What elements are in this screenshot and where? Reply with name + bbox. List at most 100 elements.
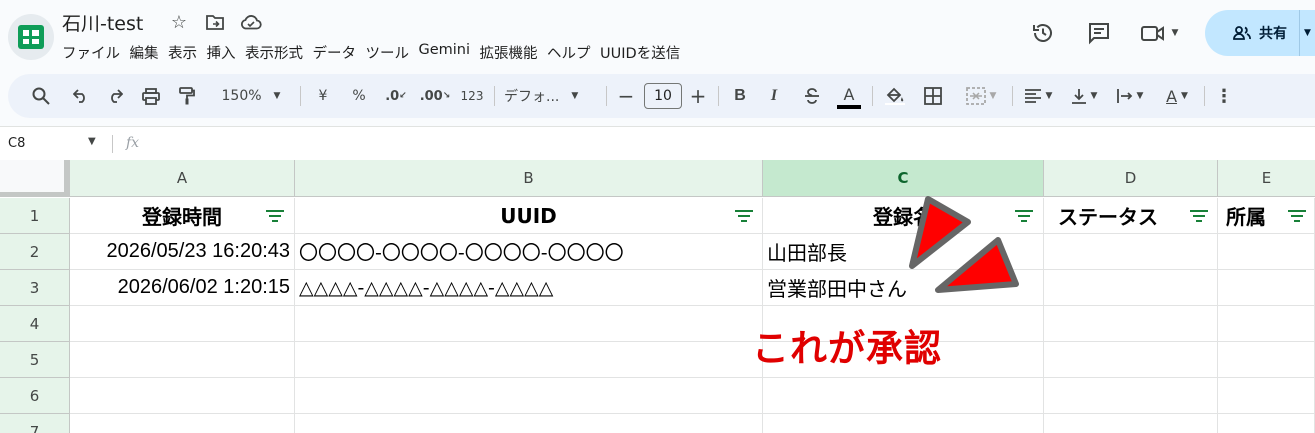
table-header-cell[interactable]: ステータス xyxy=(1044,198,1218,234)
menu-tools[interactable]: ツール xyxy=(366,42,419,63)
table-cell[interactable]: 〇〇〇〇-〇〇〇〇-〇〇〇〇-〇〇〇〇 xyxy=(295,234,763,270)
filter-icon[interactable] xyxy=(1288,209,1306,223)
table-cell[interactable] xyxy=(70,378,295,414)
table-cell[interactable]: 営業部田中さん xyxy=(763,270,1044,306)
strikethrough-icon[interactable] xyxy=(800,74,824,118)
undo-icon[interactable] xyxy=(68,74,94,118)
table-cell[interactable] xyxy=(295,414,763,433)
text-color-button[interactable]: A xyxy=(836,74,862,118)
decrease-font-size-button[interactable]: − xyxy=(614,74,638,118)
row-header-5[interactable]: 5 xyxy=(0,342,70,378)
table-header-cell[interactable]: 登録時間 xyxy=(70,198,295,234)
table-header-cell[interactable]: 登録名 xyxy=(763,198,1044,234)
table-cell[interactable] xyxy=(295,306,763,342)
format-percent-button[interactable]: % xyxy=(346,74,372,118)
filter-icon[interactable] xyxy=(735,209,753,223)
redo-icon[interactable] xyxy=(102,74,128,118)
print-icon[interactable] xyxy=(138,74,164,118)
menu-gemini[interactable]: Gemini xyxy=(419,42,480,63)
menu-help[interactable]: ヘルプ xyxy=(547,42,600,63)
name-box[interactable]: C8 xyxy=(8,136,25,151)
font-size-input[interactable]: 10 xyxy=(644,83,682,109)
share-button[interactable]: 共有 ▼ xyxy=(1205,10,1315,56)
row-header-4[interactable]: 4 xyxy=(0,306,70,342)
share-dropdown-icon[interactable]: ▼ xyxy=(1299,10,1315,56)
text-wrap-icon[interactable]: ▼ xyxy=(1112,74,1148,118)
table-header-cell[interactable]: 所属 xyxy=(1218,198,1315,234)
table-cell[interactable] xyxy=(1044,270,1218,306)
italic-button[interactable]: I xyxy=(762,74,786,118)
meet-icon[interactable]: ▼ xyxy=(1131,13,1187,53)
move-folder-icon[interactable] xyxy=(204,11,226,33)
column-header-c[interactable]: C xyxy=(763,160,1044,197)
table-cell[interactable] xyxy=(70,342,295,378)
cloud-status-icon[interactable] xyxy=(240,11,262,33)
sheets-home-icon[interactable] xyxy=(8,14,54,60)
horizontal-align-icon[interactable]: ▼ xyxy=(1020,74,1056,118)
document-title[interactable]: 石川-test xyxy=(62,9,143,36)
menu-format[interactable]: 表示形式 xyxy=(245,42,313,63)
table-cell[interactable] xyxy=(1044,234,1218,270)
paint-format-icon[interactable] xyxy=(174,74,200,118)
column-header-d[interactable]: D xyxy=(1044,160,1218,197)
menu-view[interactable]: 表示 xyxy=(168,42,207,63)
table-cell[interactable] xyxy=(1044,414,1218,433)
filter-icon[interactable] xyxy=(1190,209,1208,223)
table-cell[interactable] xyxy=(1218,414,1315,433)
increase-font-size-button[interactable]: + xyxy=(686,74,710,118)
menu-data[interactable]: データ xyxy=(313,42,366,63)
table-cell[interactable] xyxy=(70,306,295,342)
table-cell[interactable]: 山田部長 xyxy=(763,234,1044,270)
table-cell[interactable] xyxy=(1218,306,1315,342)
table-cell[interactable] xyxy=(295,378,763,414)
text-rotation-icon[interactable]: A ▼ xyxy=(1158,74,1196,118)
comment-icon[interactable] xyxy=(1079,13,1119,53)
bold-button[interactable]: B xyxy=(728,74,752,118)
menu-insert[interactable]: 挿入 xyxy=(207,42,246,63)
star-icon[interactable]: ☆ xyxy=(168,11,190,33)
row-header-1[interactable]: 1 xyxy=(0,198,70,234)
zoom-select[interactable]: 150% ▼ xyxy=(212,74,290,118)
merge-cells-icon[interactable]: ▼ xyxy=(956,74,1006,118)
menu-send-uuid[interactable]: UUIDを送信 xyxy=(600,42,690,63)
table-cell[interactable] xyxy=(1044,306,1218,342)
font-family-select[interactable]: デフォ... ▼ xyxy=(502,74,594,118)
row-header-2[interactable]: 2 xyxy=(0,234,70,270)
table-cell[interactable] xyxy=(1218,342,1315,378)
vertical-align-icon[interactable]: ▼ xyxy=(1066,74,1102,118)
history-icon[interactable] xyxy=(1023,13,1063,53)
select-all-corner[interactable] xyxy=(0,160,70,197)
table-cell[interactable] xyxy=(1218,234,1315,270)
name-box-dropdown-icon[interactable]: ▼ xyxy=(88,136,96,147)
search-menus-icon[interactable] xyxy=(28,74,54,118)
column-header-b[interactable]: B xyxy=(295,160,763,197)
more-options-icon[interactable]: ⋮ xyxy=(1212,74,1236,118)
filter-icon[interactable] xyxy=(1015,209,1033,223)
table-cell[interactable]: 2026/05/23 16:20:43 xyxy=(70,234,295,270)
table-cell[interactable] xyxy=(70,414,295,433)
decrease-decimal-button[interactable]: .0 ↙ xyxy=(380,74,412,118)
row-header-7[interactable]: 7 xyxy=(0,414,70,433)
table-cell[interactable] xyxy=(763,414,1044,433)
table-cell[interactable]: △△△△-△△△△-△△△△-△△△△ xyxy=(295,270,763,306)
menu-edit[interactable]: 編集 xyxy=(130,42,169,63)
table-cell[interactable] xyxy=(1044,378,1218,414)
format-currency-button[interactable]: ¥ xyxy=(310,74,336,118)
more-formats-button[interactable]: 123 xyxy=(456,74,488,118)
table-cell[interactable] xyxy=(1218,378,1315,414)
filter-icon[interactable] xyxy=(266,209,284,223)
meet-dropdown-arrow-icon[interactable]: ▼ xyxy=(1172,28,1179,38)
table-cell[interactable]: 2026/06/02 1:20:15 xyxy=(70,270,295,306)
table-header-cell[interactable]: UUID xyxy=(295,198,763,234)
borders-icon[interactable] xyxy=(920,74,946,118)
column-header-a[interactable]: A xyxy=(70,160,295,197)
row-header-3[interactable]: 3 xyxy=(0,270,70,306)
table-cell[interactable] xyxy=(763,378,1044,414)
fill-color-icon[interactable] xyxy=(880,74,910,118)
row-header-6[interactable]: 6 xyxy=(0,378,70,414)
menu-extensions[interactable]: 拡張機能 xyxy=(480,42,548,63)
menu-file[interactable]: ファイル xyxy=(62,42,130,63)
formula-input[interactable] xyxy=(160,133,1300,155)
increase-decimal-button[interactable]: .00 ↘ xyxy=(418,74,452,118)
table-cell[interactable] xyxy=(1218,270,1315,306)
